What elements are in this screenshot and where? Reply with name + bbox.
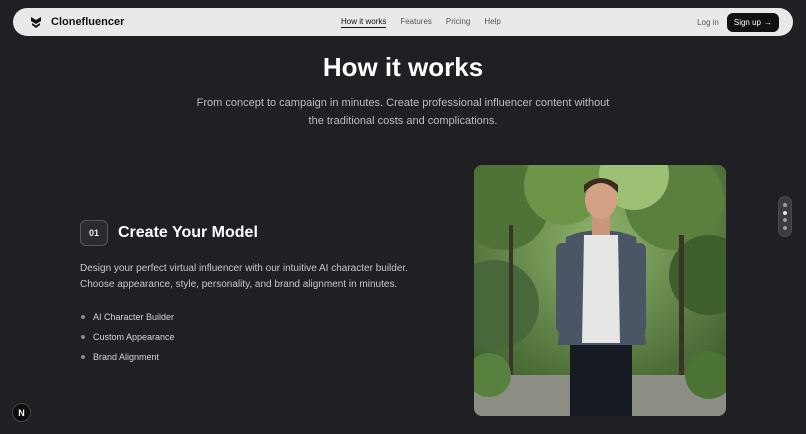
feature-list: AI Character Builder Custom Appearance B… (80, 307, 175, 367)
section-pager (778, 196, 792, 237)
login-link[interactable]: Log in (697, 18, 719, 27)
arrow-right-icon: → (764, 17, 772, 27)
step-title: Create Your Model (118, 224, 258, 241)
pager-dot[interactable] (783, 218, 787, 223)
feature-label: Brand Alignment (93, 352, 160, 362)
signup-label: Sign up (733, 17, 761, 27)
list-item: Brand Alignment (80, 347, 175, 367)
page: Clonefluencer How it works Features Pric… (0, 0, 806, 434)
list-item: Custom Appearance (80, 327, 175, 347)
nav-link-pricing[interactable]: Pricing (446, 17, 470, 28)
brand[interactable]: Clonefluencer (29, 15, 124, 29)
brand-logo-icon (31, 17, 41, 28)
step-header: 01 Create Your Model (80, 220, 258, 246)
signup-button[interactable]: Sign up → (726, 12, 779, 32)
nav-actions: Log in Sign up → (697, 12, 779, 32)
brand-name: Clonefluencer (51, 16, 125, 28)
step-number-badge: 01 (80, 220, 108, 246)
nav-link-help[interactable]: Help (484, 17, 500, 28)
feature-label: AI Character Builder (93, 312, 175, 322)
bullet-icon (81, 335, 85, 339)
model-photo-illustration (474, 165, 726, 416)
pager-dot[interactable] (783, 203, 787, 208)
feature-label: Custom Appearance (93, 332, 175, 342)
model-photo (474, 165, 726, 416)
bullet-icon (81, 355, 85, 359)
list-item: AI Character Builder (80, 307, 175, 327)
nav-link-how-it-works[interactable]: How it works (341, 17, 387, 28)
n-badge-icon[interactable]: N (12, 403, 31, 422)
page-title: How it works (322, 52, 484, 82)
bullet-icon (81, 315, 85, 319)
nav-link-features[interactable]: Features (400, 17, 432, 28)
pager-dot-active[interactable] (783, 210, 787, 215)
page-subtitle: From concept to campaign in minutes. Cre… (196, 97, 610, 127)
pager-dot[interactable] (783, 225, 787, 230)
nav-links: How it works Features Pricing Help (341, 17, 501, 28)
step-description: Design your perfect virtual influencer w… (80, 263, 408, 290)
top-nav: Clonefluencer How it works Features Pric… (13, 8, 793, 36)
